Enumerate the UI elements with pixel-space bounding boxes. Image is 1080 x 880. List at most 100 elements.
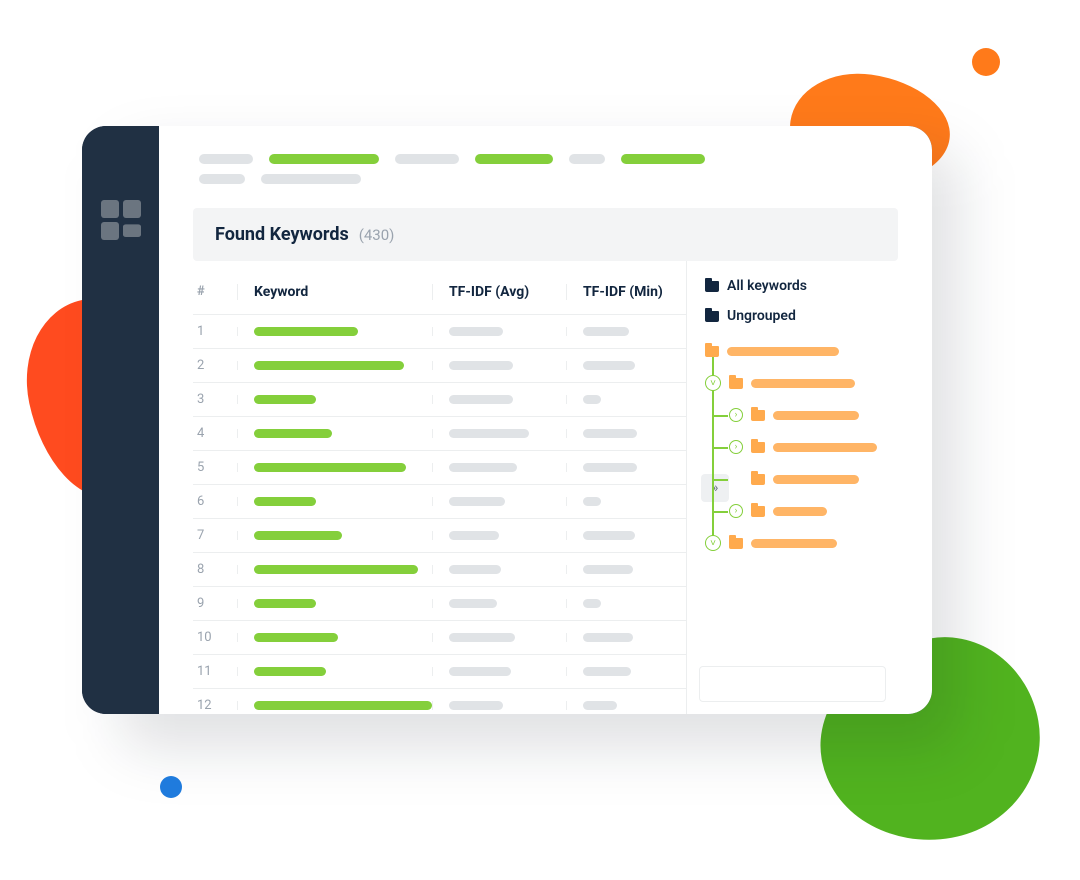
group-label-placeholder bbox=[773, 475, 859, 484]
cell-tfidf-min bbox=[566, 395, 686, 404]
col-keyword[interactable]: Keyword bbox=[237, 284, 432, 300]
col-tfidf-avg[interactable]: TF-IDF (Avg) bbox=[432, 284, 566, 300]
table-row[interactable]: 10 bbox=[193, 621, 686, 655]
group-node[interactable]: › bbox=[705, 399, 898, 431]
cell-tfidf-avg bbox=[432, 395, 566, 404]
chevron-right-icon[interactable]: › bbox=[729, 504, 743, 518]
row-number: 2 bbox=[193, 358, 237, 373]
cell-tfidf-min bbox=[566, 531, 686, 540]
table-row[interactable]: 6 bbox=[193, 485, 686, 519]
folder-icon bbox=[729, 378, 743, 389]
table-row[interactable]: 11 bbox=[193, 655, 686, 689]
row-number: 6 bbox=[193, 494, 237, 509]
folder-icon bbox=[705, 311, 719, 322]
group-all-keywords[interactable]: All keywords bbox=[705, 271, 898, 301]
group-ungrouped[interactable]: Ungrouped bbox=[705, 301, 898, 331]
group-node[interactable] bbox=[705, 335, 898, 367]
group-node[interactable]: ˅ bbox=[705, 367, 898, 399]
folder-icon bbox=[751, 474, 765, 485]
cell-tfidf-avg bbox=[432, 667, 566, 676]
sidebar bbox=[82, 126, 159, 714]
cell-tfidf-min bbox=[566, 361, 686, 370]
section-header: Found Keywords (430) bbox=[193, 208, 898, 261]
decor-dot-orange bbox=[972, 48, 1000, 76]
cell-keyword bbox=[237, 599, 432, 608]
cell-keyword bbox=[237, 429, 432, 438]
table-row[interactable]: 5 bbox=[193, 451, 686, 485]
table-row[interactable]: 3 bbox=[193, 383, 686, 417]
cell-keyword bbox=[237, 667, 432, 676]
section-title: Found Keywords bbox=[215, 224, 349, 245]
cell-tfidf-min bbox=[566, 701, 686, 710]
folder-icon bbox=[705, 346, 719, 357]
group-node[interactable]: › bbox=[705, 495, 898, 527]
row-number: 4 bbox=[193, 426, 237, 441]
row-number: 9 bbox=[193, 596, 237, 611]
cell-tfidf-avg bbox=[432, 497, 566, 506]
row-number: 7 bbox=[193, 528, 237, 543]
group-label: All keywords bbox=[727, 278, 807, 294]
cell-tfidf-avg bbox=[432, 565, 566, 574]
group-node[interactable]: ˅ bbox=[705, 527, 898, 559]
folder-icon bbox=[751, 506, 765, 517]
crumb-item[interactable] bbox=[269, 154, 379, 164]
cell-tfidf-avg bbox=[432, 701, 566, 710]
row-number: 5 bbox=[193, 460, 237, 475]
table-row[interactable]: 9 bbox=[193, 587, 686, 621]
cell-tfidf-min bbox=[566, 497, 686, 506]
table-row[interactable]: 8 bbox=[193, 553, 686, 587]
cell-tfidf-avg bbox=[432, 599, 566, 608]
section-count: (430) bbox=[359, 226, 395, 244]
group-label-placeholder bbox=[751, 539, 837, 548]
crumb-item[interactable] bbox=[261, 174, 361, 184]
row-number: 8 bbox=[193, 562, 237, 577]
chevron-right-icon[interactable]: › bbox=[729, 408, 743, 422]
col-number[interactable]: # bbox=[193, 284, 237, 299]
group-tree: ˅ › › › ˅ bbox=[705, 335, 898, 559]
table-row[interactable]: 2 bbox=[193, 349, 686, 383]
table-header: # Keyword TF-IDF (Avg) TF-IDF (Min) bbox=[193, 269, 686, 315]
row-number: 11 bbox=[193, 664, 237, 679]
group-node[interactable] bbox=[705, 463, 898, 495]
crumb-item[interactable] bbox=[199, 174, 245, 184]
folder-icon bbox=[751, 442, 765, 453]
cell-keyword bbox=[237, 633, 432, 642]
crumb-item[interactable] bbox=[199, 154, 253, 164]
folder-icon bbox=[705, 281, 719, 292]
table-row[interactable]: 4 bbox=[193, 417, 686, 451]
table-row[interactable]: 12 bbox=[193, 689, 686, 714]
groups-footer-input[interactable] bbox=[699, 666, 886, 702]
group-label-placeholder bbox=[773, 443, 877, 452]
group-label-placeholder bbox=[773, 411, 859, 420]
cell-tfidf-min bbox=[566, 633, 686, 642]
row-number: 3 bbox=[193, 392, 237, 407]
cell-tfidf-min bbox=[566, 565, 686, 574]
decor-dot-blue bbox=[160, 776, 182, 798]
cell-keyword bbox=[237, 497, 432, 506]
table-row[interactable]: 7 bbox=[193, 519, 686, 553]
cell-tfidf-avg bbox=[432, 327, 566, 336]
apps-grid-icon[interactable] bbox=[101, 200, 141, 240]
cell-keyword bbox=[237, 463, 432, 472]
table-row[interactable]: 1 bbox=[193, 315, 686, 349]
groups-sidebar: » All keywords Ungrouped ˅›››˅ bbox=[686, 261, 898, 714]
breadcrumb bbox=[159, 126, 932, 194]
cell-tfidf-min bbox=[566, 429, 686, 438]
folder-icon bbox=[751, 410, 765, 421]
group-label-placeholder bbox=[727, 347, 839, 356]
cell-tfidf-min bbox=[566, 599, 686, 608]
group-label-placeholder bbox=[751, 379, 855, 388]
chevron-down-icon[interactable]: ˅ bbox=[705, 535, 721, 551]
crumb-item[interactable] bbox=[621, 154, 705, 164]
group-node[interactable]: › bbox=[705, 431, 898, 463]
crumb-item[interactable] bbox=[475, 154, 553, 164]
col-tfidf-min[interactable]: TF-IDF (Min) bbox=[566, 284, 686, 300]
chevron-right-icon[interactable]: › bbox=[729, 440, 743, 454]
cell-tfidf-avg bbox=[432, 463, 566, 472]
crumb-item[interactable] bbox=[395, 154, 459, 164]
cell-tfidf-avg bbox=[432, 531, 566, 540]
folder-icon bbox=[729, 538, 743, 549]
crumb-item[interactable] bbox=[569, 154, 605, 164]
group-label: Ungrouped bbox=[727, 308, 796, 324]
chevron-down-icon[interactable]: ˅ bbox=[705, 375, 721, 391]
